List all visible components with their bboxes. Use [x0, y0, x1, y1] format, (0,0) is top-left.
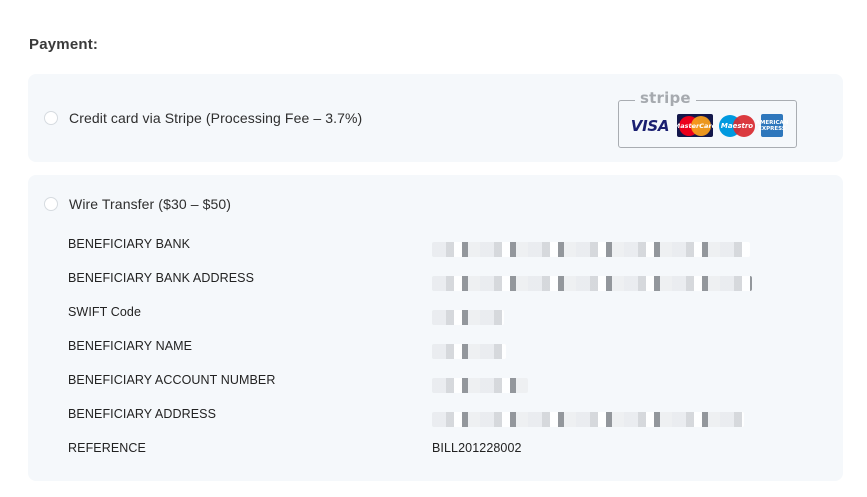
mastercard-icon: MasterCard: [677, 114, 713, 137]
detail-key: BENEFICIARY ADDRESS: [68, 407, 217, 421]
detail-row-account-number: BENEFICIARY ACCOUNT NUMBER: [68, 363, 828, 397]
amex-icon: AMERICAN EXPRESS: [756, 114, 788, 137]
detail-row-swift: SWIFT Code: [68, 295, 828, 329]
wire-transfer-option[interactable]: Wire Transfer ($30 – $50): [44, 196, 231, 212]
maestro-icon: Maestro: [719, 114, 755, 137]
detail-row-name: BENEFICIARY NAME: [68, 329, 828, 363]
visa-icon: VISA: [630, 116, 670, 135]
stripe-option[interactable]: Credit card via Stripe (Processing Fee –…: [44, 110, 362, 126]
stripe-logo: stripe: [635, 89, 696, 107]
detail-key: BENEFICIARY NAME: [68, 339, 193, 353]
detail-row-address: BENEFICIARY ADDRESS: [68, 397, 828, 431]
card-logos: VISA MasterCard Maestro AMERICAN EXPRESS: [629, 114, 788, 137]
wire-transfer-radio[interactable]: [44, 197, 58, 211]
detail-key: BENEFICIARY ACCOUNT NUMBER: [68, 373, 276, 387]
reference-value: BILL201228002: [432, 441, 522, 455]
maestro-text: Maestro: [720, 121, 754, 130]
wire-transfer-card[interactable]: Wire Transfer ($30 – $50) BENEFICIARY BA…: [28, 175, 843, 481]
wire-details-table: BENEFICIARY BANK BENEFICIARY BANK ADDRES…: [68, 227, 828, 465]
detail-row-bank: BENEFICIARY BANK: [68, 227, 828, 261]
detail-key: REFERENCE: [68, 441, 146, 455]
detail-key: BENEFICIARY BANK ADDRESS: [68, 271, 255, 285]
detail-row-bank-address: BENEFICIARY BANK ADDRESS: [68, 261, 828, 295]
detail-key: BENEFICIARY BANK: [68, 237, 191, 251]
stripe-option-label: Credit card via Stripe (Processing Fee –…: [69, 110, 363, 126]
detail-row-reference: REFERENCE BILL201228002: [68, 431, 828, 465]
stripe-badge: stripe VISA MasterCard Maestro AMERICAN …: [618, 89, 797, 148]
mastercard-text: MasterCard: [677, 121, 713, 130]
wire-transfer-label: Wire Transfer ($30 – $50): [69, 196, 232, 212]
payment-title: Payment:: [29, 36, 99, 53]
stripe-payment-card[interactable]: Credit card via Stripe (Processing Fee –…: [28, 74, 843, 162]
stripe-radio[interactable]: [44, 111, 58, 125]
detail-key: SWIFT Code: [68, 305, 142, 319]
amex-text-line2: EXPRESS: [758, 125, 786, 132]
